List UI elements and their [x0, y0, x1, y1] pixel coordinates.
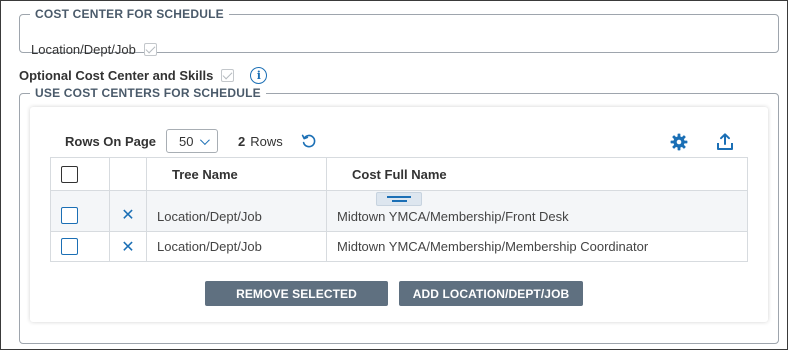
rows-per-page-select[interactable]: 50 — [166, 129, 219, 153]
cost-centers-card: Rows On Page 50 2 Rows Tree Name Cost Fu… — [30, 107, 768, 322]
row-checkbox[interactable] — [61, 207, 78, 224]
cost-centers-grid: Tree Name Cost Full Name ✕ Location/Dept… — [50, 157, 748, 262]
gear-icon[interactable] — [670, 133, 688, 151]
header-remove-cell — [110, 158, 147, 190]
rows-per-page-value: 50 — [179, 133, 194, 149]
row-remove-cell: ✕ — [110, 191, 147, 231]
optional-cost-center-label: Optional Cost Center and Skills — [19, 68, 214, 83]
cost-center-fieldset: COST CENTER FOR SCHEDULE Location/Dept/J… — [19, 7, 779, 57]
column-header-tree-name[interactable]: Tree Name — [147, 158, 327, 190]
optional-cost-center-row: Optional Cost Center and Skills i — [19, 67, 268, 84]
optional-cost-center-checkbox — [221, 69, 235, 82]
table-row: ✕ Location/Dept/Job Midtown YMCA/Members… — [51, 191, 747, 232]
row-checkbox[interactable] — [61, 238, 78, 255]
add-location-dept-job-button[interactable]: ADD LOCATION/DEPT/JOB — [399, 281, 583, 306]
tree-name-cell: Location/Dept/Job — [147, 232, 327, 261]
close-icon[interactable]: ✕ — [121, 238, 134, 255]
row-count-number: 2 — [238, 133, 246, 149]
grid-toolbar: Rows On Page 50 2 Rows — [65, 129, 317, 153]
cost-full-name-cell: Midtown YMCA/Membership/Membership Coord… — [327, 232, 747, 261]
tree-name-cell: Location/Dept/Job — [147, 191, 327, 231]
row-select-cell — [51, 232, 110, 261]
remove-selected-button[interactable]: REMOVE SELECTED — [205, 281, 388, 306]
tree-name-text: Location/Dept/Job — [157, 239, 262, 254]
window-frame: COST CENTER FOR SCHEDULE Location/Dept/J… — [0, 0, 788, 350]
column-filter-handle[interactable] — [376, 192, 422, 206]
export-icon[interactable] — [716, 133, 734, 151]
select-all-cell — [51, 158, 110, 190]
close-icon[interactable]: ✕ — [121, 207, 134, 223]
cost-full-name-text: Midtown YMCA/Membership/Front Desk — [337, 209, 569, 224]
info-icon[interactable]: i — [250, 67, 268, 84]
row-count: 2 Rows — [238, 134, 283, 149]
cost-center-legend: COST CENTER FOR SCHEDULE — [35, 7, 224, 21]
tree-name-text: Location/Dept/Job — [157, 209, 262, 224]
rows-on-page-label: Rows On Page — [65, 133, 157, 149]
table-row: ✕ Location/Dept/Job Midtown YMCA/Members… — [51, 232, 747, 261]
cost-full-name-text: Midtown YMCA/Membership/Membership Coord… — [337, 239, 649, 254]
column-header-cost-full-name[interactable]: Cost Full Name — [327, 158, 747, 190]
row-remove-cell: ✕ — [110, 232, 147, 261]
use-cost-centers-legend: USE COST CENTERS FOR SCHEDULE — [35, 86, 261, 100]
row-count-suffix: Rows — [250, 133, 283, 149]
chevron-down-icon — [199, 134, 210, 145]
refresh-icon[interactable] — [301, 133, 317, 149]
select-all-checkbox[interactable] — [61, 165, 78, 183]
cost-center-option: Location/Dept/Job — [31, 42, 157, 57]
grid-header-row: Tree Name Cost Full Name — [51, 158, 747, 191]
row-select-cell — [51, 191, 110, 231]
cost-center-checkbox — [143, 43, 157, 56]
cost-center-checkbox-label: Location/Dept/Job — [31, 42, 136, 57]
